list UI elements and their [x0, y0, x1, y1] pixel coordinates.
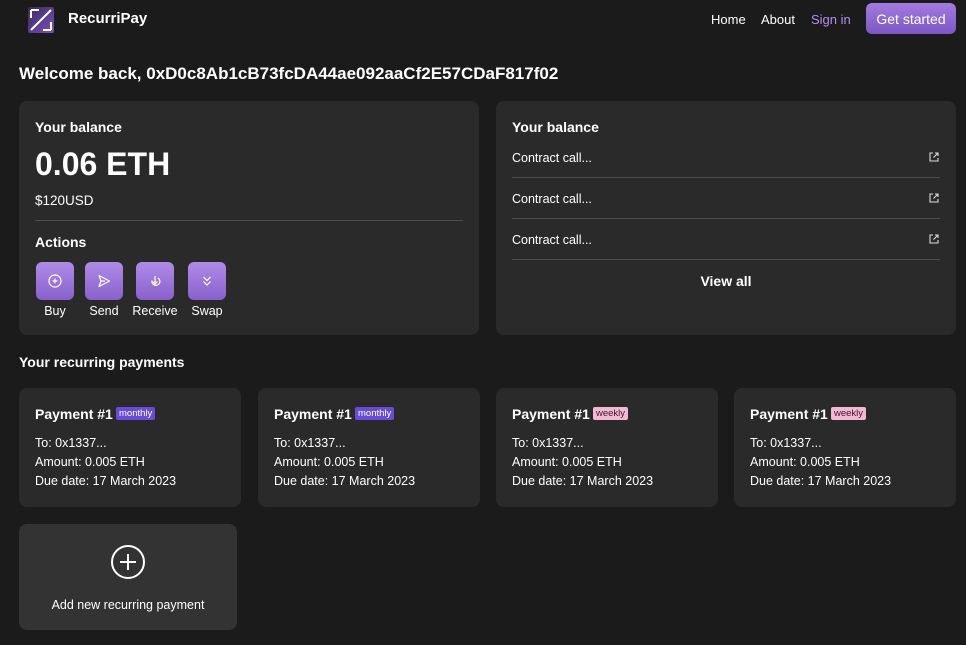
- external-link-icon[interactable]: [928, 151, 940, 163]
- frequency-badge: monthly: [355, 407, 395, 420]
- payment-due-date: Due date: 17 March 2023: [750, 474, 892, 488]
- brand-name: RecurriPay: [68, 10, 148, 27]
- divider: [512, 177, 940, 178]
- chevrons-down-icon: [203, 276, 211, 286]
- payment-due-date: Due date: 17 March 2023: [274, 474, 416, 488]
- action-receive: Receive: [132, 262, 178, 318]
- payment-card[interactable]: Payment #1 weekly To: 0x1337... Amount: …: [734, 388, 956, 507]
- add-recurring-payment-button[interactable]: Add new recurring payment: [19, 524, 237, 630]
- payment-name: Payment #1: [35, 406, 113, 422]
- recurripay-logo-icon[interactable]: [27, 6, 55, 34]
- recurring-payments-title: Your recurring payments: [19, 354, 185, 370]
- nav-about-link[interactable]: About: [761, 12, 795, 27]
- nav-home-link[interactable]: Home: [711, 12, 746, 27]
- activity-row[interactable]: Contract call...: [512, 233, 940, 274]
- action-buy: Buy: [35, 262, 75, 318]
- external-link-icon[interactable]: [928, 192, 940, 204]
- payment-due-date: Due date: 17 March 2023: [35, 474, 177, 488]
- action-swap: Swap: [187, 262, 227, 318]
- activity-row-label: Contract call...: [512, 192, 592, 206]
- activity-row-label: Contract call...: [512, 233, 592, 247]
- plus-circle-icon: [48, 274, 62, 288]
- sign-in-link[interactable]: Sign in: [811, 12, 851, 27]
- balance-amount: 0.06 ETH: [35, 146, 171, 182]
- receive-label: Receive: [132, 304, 178, 318]
- divider: [512, 259, 940, 260]
- payment-recipient: To: 0x1337...: [274, 436, 346, 450]
- receive-button[interactable]: [136, 262, 174, 300]
- divider: [512, 218, 940, 219]
- view-all-link[interactable]: View all: [496, 273, 956, 289]
- swap-label: Swap: [191, 304, 223, 318]
- action-send: Send: [84, 262, 124, 318]
- divider: [35, 220, 463, 221]
- payment-name: Payment #1: [274, 406, 352, 422]
- activity-title: Your balance: [512, 119, 599, 135]
- balance-title: Your balance: [35, 119, 122, 135]
- external-link-icon[interactable]: [928, 233, 940, 245]
- activity-row[interactable]: Contract call...: [512, 192, 940, 233]
- actions-label: Actions: [35, 234, 87, 250]
- payment-card[interactable]: Payment #1 weekly To: 0x1337... Amount: …: [496, 388, 718, 507]
- payment-amount: Amount: 0.005 ETH: [750, 455, 860, 469]
- frequency-badge: weekly: [831, 407, 867, 420]
- activity-card: Your balance Contract call... Contract c…: [496, 101, 956, 335]
- payment-amount: Amount: 0.005 ETH: [274, 455, 384, 469]
- payment-recipient: To: 0x1337...: [512, 436, 584, 450]
- payment-amount: Amount: 0.005 ETH: [512, 455, 622, 469]
- send-button[interactable]: [85, 262, 123, 300]
- buy-button[interactable]: [36, 262, 74, 300]
- frequency-badge: weekly: [593, 407, 629, 420]
- activity-row-label: Contract call...: [512, 151, 592, 165]
- payment-amount: Amount: 0.005 ETH: [35, 455, 145, 469]
- payment-name: Payment #1: [512, 406, 590, 422]
- top-nav: RecurriPay Home About Sign in Get starte…: [0, 0, 966, 40]
- add-recurring-payment-label: Add new recurring payment: [51, 598, 205, 612]
- get-started-button[interactable]: Get started: [866, 3, 956, 34]
- payment-due-date: Due date: 17 March 2023: [512, 474, 654, 488]
- payment-recipient: To: 0x1337...: [35, 436, 107, 450]
- receive-icon: [151, 276, 161, 286]
- payment-card[interactable]: Payment #1 monthly To: 0x1337... Amount:…: [19, 388, 241, 507]
- payment-name: Payment #1: [750, 406, 828, 422]
- balance-card: Your balance 0.06 ETH $120USD Actions Bu…: [19, 101, 479, 335]
- balance-usd: $120USD: [35, 193, 94, 208]
- send-icon: [98, 274, 111, 288]
- activity-row[interactable]: Contract call...: [512, 151, 940, 192]
- payment-recipient: To: 0x1337...: [750, 436, 822, 450]
- plus-circle-icon: [111, 545, 145, 579]
- payment-card[interactable]: Payment #1 monthly To: 0x1337... Amount:…: [258, 388, 480, 507]
- welcome-heading: Welcome back, 0xD0c8Ab1cB73fcDA44ae092aa…: [19, 64, 559, 83]
- frequency-badge: monthly: [116, 407, 156, 420]
- swap-button[interactable]: [188, 262, 226, 300]
